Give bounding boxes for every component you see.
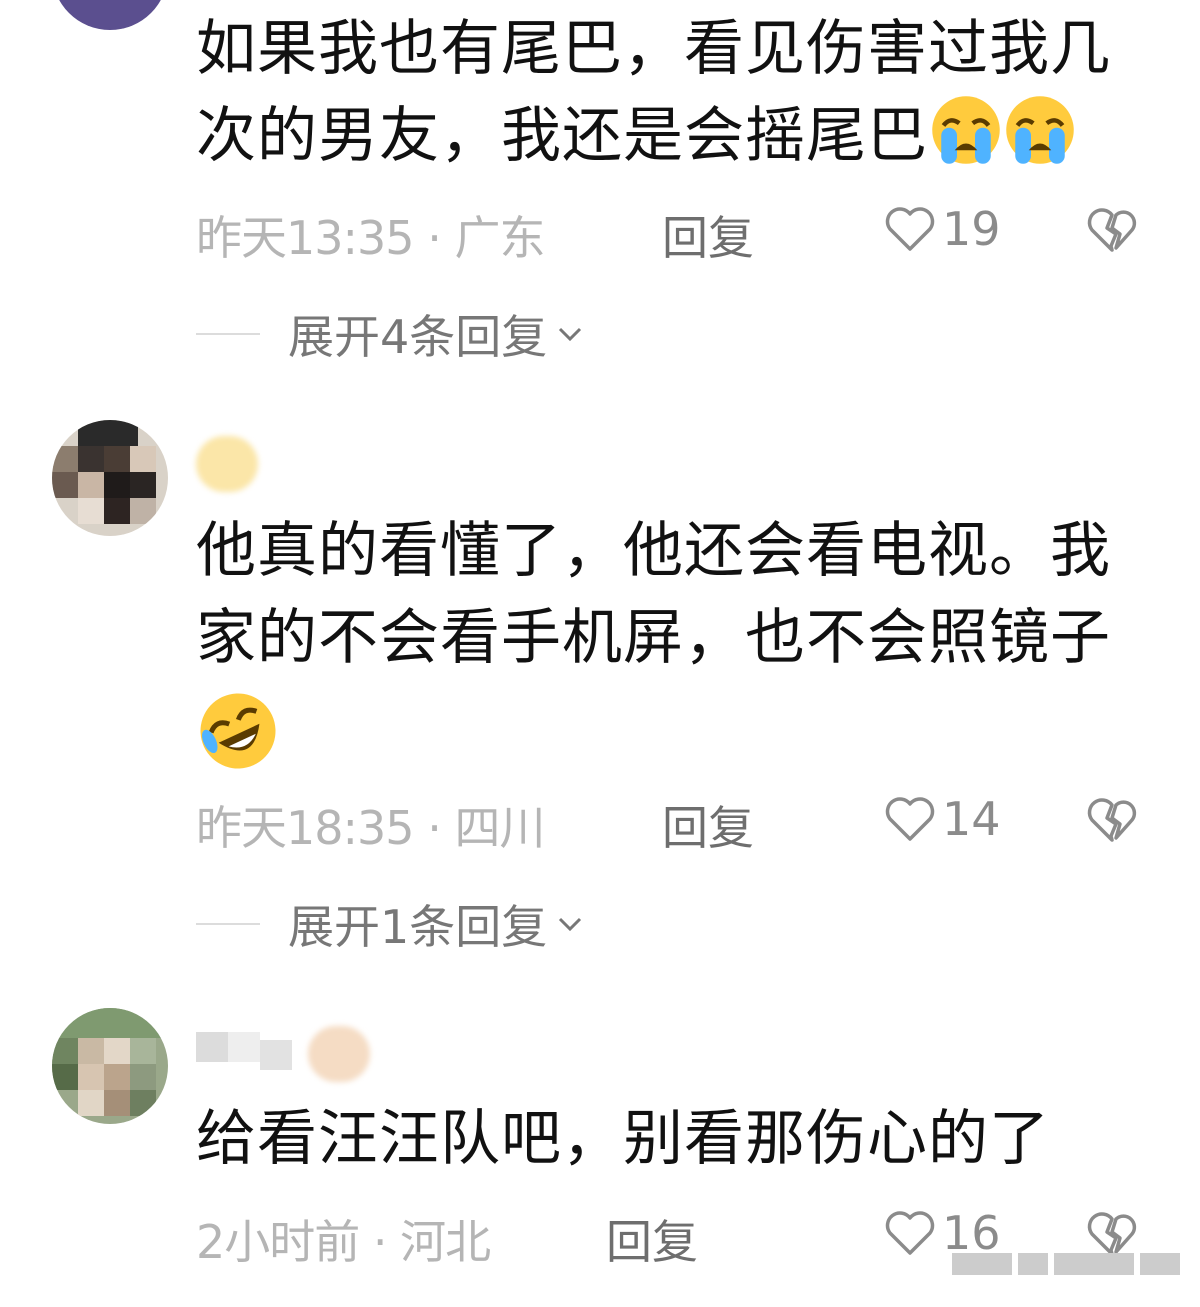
comment-location: 广东 xyxy=(454,211,545,265)
username[interactable] xyxy=(196,1022,436,1082)
comment-text-content: 给看汪汪队吧，别看那伤心的了 xyxy=(196,1104,1050,1174)
reply-button[interactable]: 回复 xyxy=(662,202,754,268)
comment-text-content: 他真的看懂了，他还会看电视。我家的不会看手机屏，也不会照镜子 xyxy=(196,516,1111,673)
comment-text: 给看汪汪队吧，别看那伤心的了 xyxy=(196,1096,1166,1183)
reply-button[interactable]: 回复 xyxy=(662,792,754,858)
chevron-down-icon xyxy=(559,327,582,342)
comment-text: 他真的看懂了，他还会看电视。我家的不会看手机屏，也不会照镜子 xyxy=(196,508,1166,771)
username[interactable] xyxy=(196,436,436,492)
avatar[interactable] xyxy=(52,420,168,536)
comment-text: 如果我也有尾巴，看见伤害过我几次的男友，我还是会摇尾巴 xyxy=(196,6,1166,180)
expand-replies-label: 展开4条回复 xyxy=(288,310,548,364)
broken-heart-icon[interactable] xyxy=(1086,206,1138,254)
broken-heart-icon[interactable] xyxy=(1086,796,1138,844)
like-count: 19 xyxy=(942,202,1001,256)
comment-time: 昨天13:35 · 广东 xyxy=(196,211,545,265)
heart-outline-icon xyxy=(885,207,935,251)
divider xyxy=(196,923,260,925)
loudly-crying-face-icon xyxy=(1006,96,1074,164)
expand-replies-label: 展开1条回复 xyxy=(288,900,548,954)
avatar[interactable] xyxy=(52,1008,168,1124)
expand-replies-button[interactable]: 展开1条回复 xyxy=(196,894,585,954)
comment-time: 2小时前 · 河北 xyxy=(196,1215,491,1269)
like-button[interactable]: 14 xyxy=(884,792,1001,846)
expand-replies-button[interactable]: 展开4条回复 xyxy=(196,304,585,364)
avatar[interactable] xyxy=(52,0,168,30)
comment-location: 河北 xyxy=(400,1215,491,1269)
chevron-down-icon xyxy=(559,917,582,932)
heart-outline-icon xyxy=(885,1211,935,1255)
loudly-crying-face-icon xyxy=(932,96,1000,164)
comment-meta: 昨天13:35 · 广东 回复 19 xyxy=(196,202,1156,265)
comment-meta: 昨天18:35 · 四川 回复 14 xyxy=(196,792,1156,855)
comment-time: 昨天18:35 · 四川 xyxy=(196,801,545,855)
rolling-on-floor-laughing-icon xyxy=(200,693,276,769)
divider xyxy=(196,333,260,335)
heart-outline-icon xyxy=(885,797,935,841)
watermark xyxy=(952,1251,1180,1277)
reply-button[interactable]: 回复 xyxy=(606,1206,698,1272)
comment-location: 四川 xyxy=(454,801,545,855)
like-count: 14 xyxy=(942,792,1001,846)
like-button[interactable]: 19 xyxy=(884,202,1001,256)
